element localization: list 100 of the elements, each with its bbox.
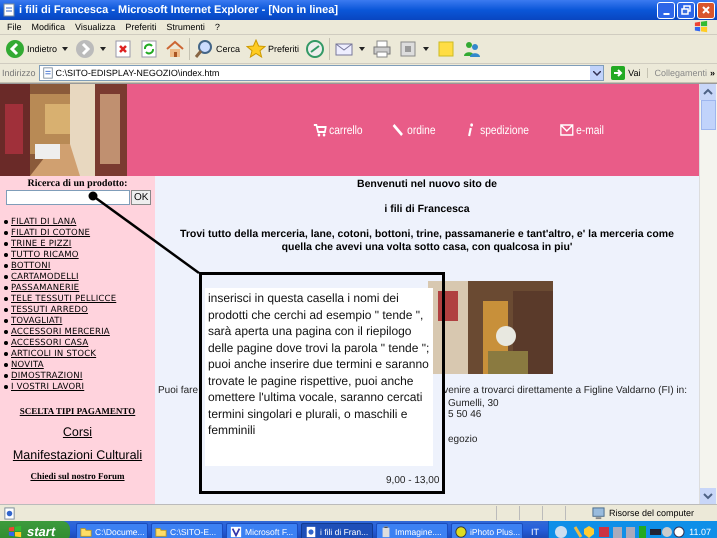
taskbar-button[interactable]: Microsoft F... — [226, 523, 298, 538]
back-button[interactable]: Indietro — [3, 38, 60, 60]
search-button[interactable]: Cerca — [192, 38, 242, 60]
taskbar-button[interactable]: C:\SITO-E... — [151, 523, 223, 538]
category-link[interactable]: PASSAMANERIE — [11, 282, 80, 292]
taskbar-button[interactable]: Immagine.... — [376, 523, 448, 538]
taskbar-button[interactable]: i fili di Fran... — [301, 523, 373, 538]
language-indicator[interactable]: IT — [531, 526, 539, 536]
intro-paragraph: Trovi tutto della merceria, lane, cotoni, bottoni, trine, passamanerie e tant'altro, e' la merceria come quella che avevi una volta sotto casa, con qualcosa in piu' — [179, 228, 675, 254]
bullet-icon — [4, 374, 8, 378]
bullet-icon — [4, 308, 8, 312]
more-chevron[interactable]: » — [710, 68, 715, 78]
window-title: i fili di Francesca - Microsoft Internet Explorer - [Non in linea] — [19, 4, 340, 16]
category-link[interactable]: NOVITA — [11, 360, 44, 370]
category-link[interactable]: ARTICOLI IN STOCK — [11, 348, 96, 358]
category-link[interactable]: TELE TESSUTI PELLICCE — [11, 294, 116, 304]
folder-icon — [155, 526, 167, 538]
menu-item[interactable]: Visualizza — [70, 22, 120, 32]
bullet-icon — [4, 242, 8, 246]
menu-item[interactable]: File — [2, 22, 27, 32]
page-link[interactable]: Manifestazioni Culturali — [12, 448, 142, 462]
search-icon — [194, 39, 214, 59]
menu-item[interactable]: Preferiti — [120, 22, 162, 32]
stop-icon — [113, 39, 134, 59]
scrollbar[interactable] — [699, 84, 717, 504]
bullet-icon — [4, 352, 8, 356]
info-text: Gumelli, 30 — [448, 398, 499, 409]
zone-label: Risorse del computer — [609, 508, 696, 518]
category-link[interactable]: FILATI DI LANA — [11, 216, 76, 226]
bullet-icon — [4, 330, 8, 334]
shop-name: i fili di Francesca — [384, 203, 470, 215]
pen-icon — [391, 123, 405, 137]
menu-item[interactable]: ? — [210, 22, 225, 32]
menu-item[interactable]: Strumenti — [161, 22, 210, 32]
start-button[interactable]: start — [0, 521, 70, 538]
category-link[interactable]: FILATI DI COTONE — [11, 228, 90, 238]
dropdown-button[interactable] — [590, 66, 604, 80]
window-icon — [398, 39, 418, 59]
page-icon — [305, 526, 317, 538]
category-link[interactable]: TRINE E PIZZI — [11, 238, 72, 248]
page-icon — [42, 67, 54, 79]
category-link[interactable]: CARTAMODELLI — [11, 272, 79, 282]
bullet-icon — [4, 340, 8, 344]
menu-item[interactable]: Modifica — [26, 22, 70, 32]
printer-icon — [372, 39, 392, 59]
bullet-icon — [4, 286, 8, 290]
bullet-icon — [4, 362, 8, 366]
bullet-icon — [4, 384, 8, 388]
go-button[interactable]: Vai — [607, 66, 644, 80]
restore-button[interactable] — [677, 2, 695, 18]
star-icon — [246, 39, 266, 59]
category-link[interactable]: TESSUTI ARREDO — [11, 304, 88, 314]
computer-icon — [592, 506, 605, 520]
cart-icon — [313, 123, 327, 137]
info-text: 9,00 - 13,00 — [386, 475, 440, 486]
search-button[interactable]: OK — [131, 190, 152, 205]
page-icon — [2, 3, 16, 17]
category-link[interactable]: ACCESSORI MERCERIA — [11, 326, 110, 336]
favorites-button[interactable]: Preferiti — [244, 38, 302, 60]
category-link[interactable]: BOTTONI — [11, 260, 51, 270]
category-link[interactable]: I VOSTRI LAVORI — [11, 382, 84, 392]
taskbar-button[interactable]: C:\Docume... — [76, 523, 148, 538]
welcome-heading: Benvenuti nel nuovo sito de — [356, 178, 497, 190]
dropdown-arrow-icon[interactable] — [62, 47, 68, 51]
scroll-thumb[interactable] — [701, 100, 716, 130]
scroll-down-icon[interactable] — [700, 488, 716, 504]
page-link[interactable]: Corsi — [62, 425, 92, 439]
category-link[interactable]: TOVAGLIATI — [11, 316, 62, 326]
chevron-down-icon — [592, 70, 601, 76]
minimize-button[interactable] — [657, 2, 675, 18]
disc-icon — [455, 526, 467, 538]
taskbar-button[interactable]: iPhoto Plus... — [451, 523, 523, 538]
search-field[interactable] — [6, 190, 130, 205]
dropdown-arrow-icon[interactable] — [359, 47, 366, 51]
callout-text: inserisci in questa casella i nomi dei prodotti che cerchi ad esempio " tende ", sarà aperta una pagina con il riepilogo delle pagine dove trovi la parola " tende "; puoi anche inserire due termini e saranno trovate le pagine rispettive, puoi anche omettere l'ultima vocale, saranno cercati termini singolari e plurali, o maschili e femminili — [205, 288, 433, 466]
bullet-icon — [4, 296, 8, 300]
page-link[interactable]: SCELTA TIPI PAGAMENTO — [20, 406, 136, 416]
close-button[interactable] — [697, 2, 715, 18]
minimize-icon — [662, 13, 670, 15]
tray-icons-drawing[interactable] — [555, 524, 686, 538]
address-label: Indirizzo — [2, 68, 36, 78]
go-arrow-icon — [611, 66, 626, 80]
folder-icon — [80, 526, 92, 538]
search-title: Ricerca di un prodotto: — [28, 178, 128, 189]
category-link[interactable]: DIMOSTRAZIONI — [11, 370, 83, 380]
app-icon — [230, 526, 242, 538]
envelope-icon — [560, 123, 574, 137]
restore-icon — [681, 5, 691, 15]
clock: 11.07 — [689, 526, 711, 536]
scroll-up-icon[interactable] — [700, 84, 716, 100]
page-link[interactable]: Chiedi sul nostro Forum — [30, 471, 125, 481]
visit-text: Puoi fare — [158, 385, 198, 396]
paint-icon — [380, 526, 392, 538]
address-field[interactable]: C:\SITO-EDISPLAY-NEGOZIO\index.htm — [38, 65, 604, 81]
dropdown-arrow-icon[interactable] — [423, 47, 430, 51]
dropdown-arrow-icon[interactable] — [100, 47, 106, 51]
category-link[interactable]: TUTTO RICAMO — [11, 250, 79, 260]
category-link[interactable]: ACCESSORI CASA — [11, 338, 88, 348]
windows-logo-icon — [6, 524, 24, 538]
bullet-icon — [4, 220, 8, 224]
